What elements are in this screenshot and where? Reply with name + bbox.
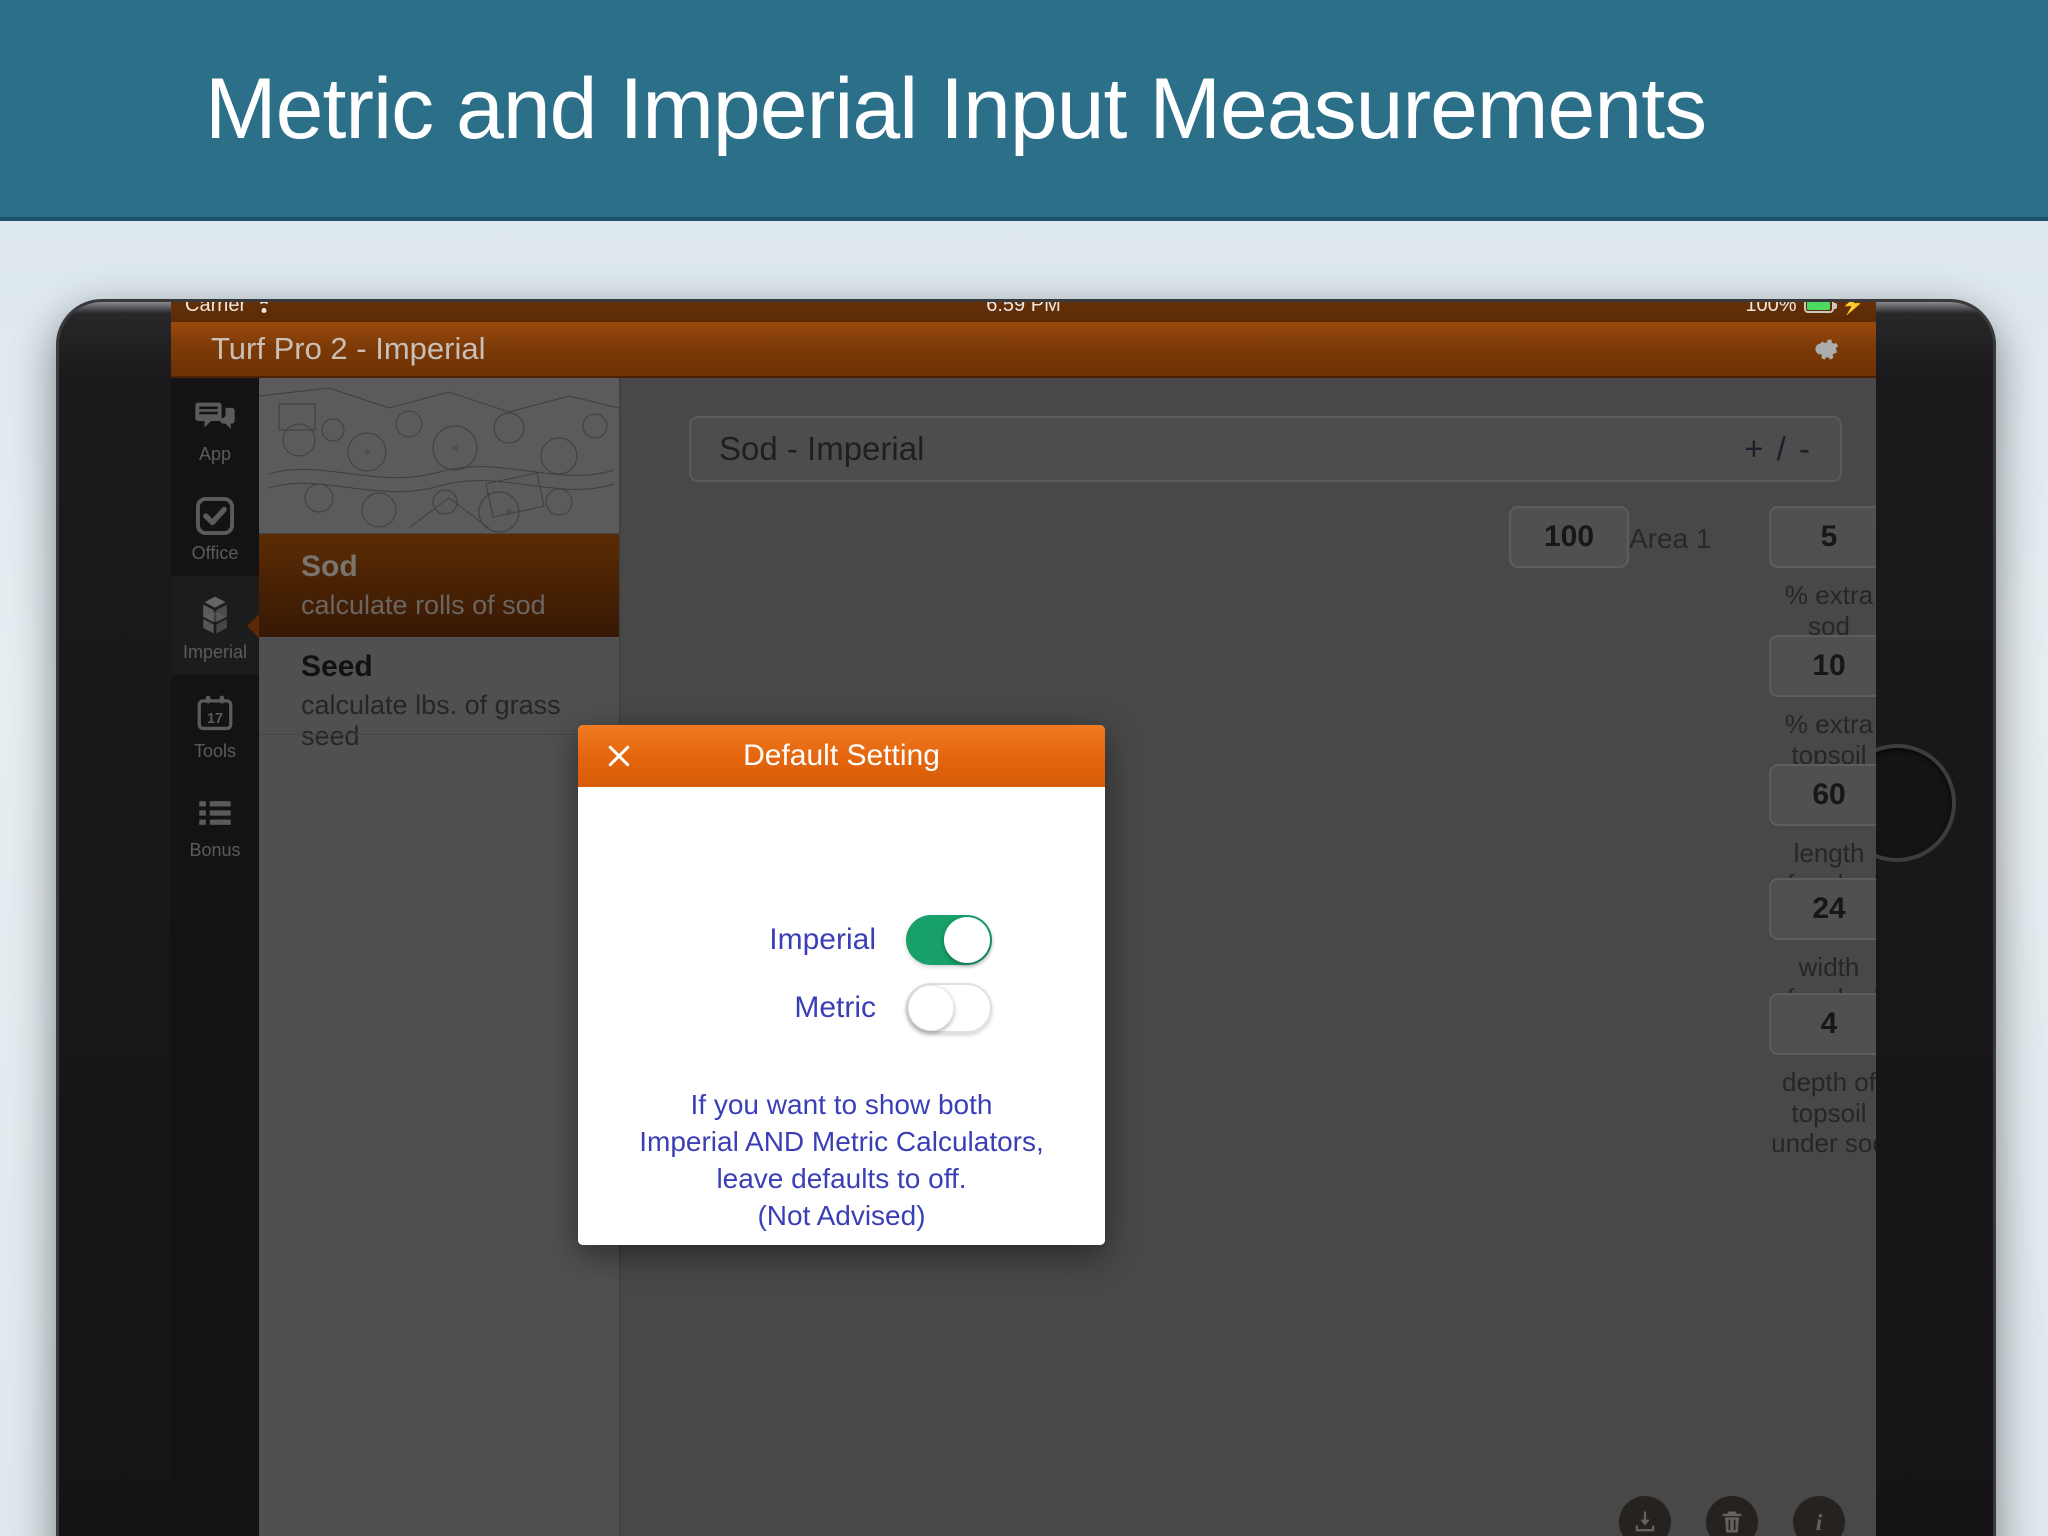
- dialog-note-line: Imperial AND Metric Calculators,: [639, 1125, 1044, 1157]
- clock-label: 6:59 PM: [986, 299, 1061, 316]
- dialog-note-line: (Not Advised): [757, 1199, 926, 1231]
- dialog-note-line: leave defaults to off.: [716, 1162, 967, 1194]
- gear-icon-glyph: [1815, 339, 1839, 360]
- dialog-note-line: If you want to show both: [690, 1089, 993, 1120]
- metric-toggle-row: Metric: [578, 983, 1105, 1033]
- imperial-toggle-row: Imperial: [578, 915, 1105, 965]
- lightning-bolt-icon: ⚡: [1841, 299, 1864, 315]
- dialog-header: Default Setting: [578, 725, 1105, 787]
- app-content: App Office Imperial 17 Tools Bonus Sod c…: [171, 378, 1876, 1536]
- battery-icon: [1803, 299, 1837, 313]
- status-bar: Carrier 6:59 PM 100% ⚡: [171, 299, 1876, 322]
- dialog-title: Default Setting: [743, 739, 940, 772]
- default-setting-dialog: Default Setting Imperial Metric If you w…: [578, 725, 1105, 1245]
- toggle-knob: [908, 985, 954, 1031]
- banner-title: Metric and Imperial Input Measurements: [205, 61, 1707, 157]
- page-title: Turf Pro 2 - Imperial: [211, 331, 486, 366]
- metric-toggle-label: Metric: [794, 991, 876, 1024]
- close-x-glyph: [608, 745, 630, 767]
- app-nav-bar: Turf Pro 2 - Imperial: [171, 322, 1876, 378]
- dialog-note: If you want to show both Imperial AND Me…: [578, 1087, 1105, 1235]
- ipad-device: Carrier 6:59 PM 100% ⚡ Turf Pro 2 - Impe…: [56, 299, 1996, 1536]
- imperial-toggle-switch[interactable]: [906, 915, 992, 965]
- gear-icon[interactable]: [1802, 330, 1840, 368]
- status-bar-right: 100% ⚡: [1745, 299, 1864, 317]
- imperial-toggle-label: Imperial: [769, 923, 876, 956]
- page-banner: Metric and Imperial Input Measurements: [0, 0, 2048, 219]
- toggle-knob: [944, 917, 990, 963]
- battery-percent-label: 100%: [1745, 299, 1797, 316]
- dialog-body: Imperial Metric If you want to show both: [578, 787, 1105, 1245]
- close-x-icon[interactable]: [604, 741, 634, 771]
- metric-toggle-switch[interactable]: [906, 983, 992, 1033]
- device-screen: Carrier 6:59 PM 100% ⚡ Turf Pro 2 - Impe…: [171, 299, 1876, 1536]
